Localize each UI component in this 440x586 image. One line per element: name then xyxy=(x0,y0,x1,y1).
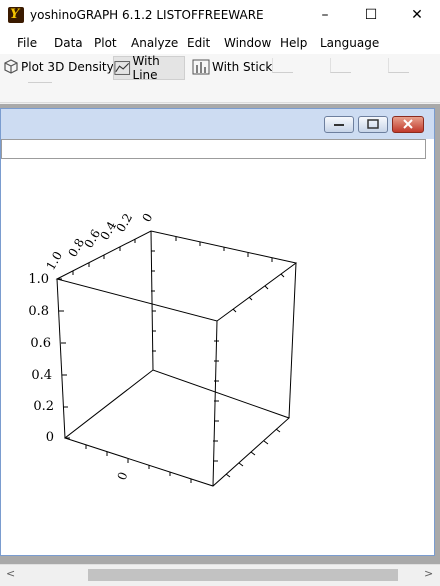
maximize-button[interactable]: ☐ xyxy=(348,0,394,30)
z-tick-label: 0.2 xyxy=(33,399,54,414)
scroll-left-arrow[interactable]: < xyxy=(6,567,15,580)
child-minimize-button[interactable] xyxy=(324,116,354,133)
window-titlebar: Y yoshinoGRAPH 6.1.2 LISTOFFREEWARE – ☐ … xyxy=(0,0,440,30)
window-title: yoshinoGRAPH 6.1.2 LISTOFFREEWARE xyxy=(30,8,264,22)
with-line-button[interactable]: With Line xyxy=(113,54,185,82)
yoshinograph-logo-icon: Y xyxy=(8,7,24,23)
toolbar-separator xyxy=(28,82,52,95)
child-window-titlebar[interactable] xyxy=(1,109,434,139)
cube-wireframe xyxy=(55,230,298,487)
close-button[interactable]: ✕ xyxy=(394,0,440,30)
y-tick-label: 0.2 xyxy=(113,211,135,235)
minimize-button[interactable]: – xyxy=(302,0,348,30)
child-address-field[interactable] xyxy=(1,139,426,159)
menu-language[interactable]: Language xyxy=(320,36,379,50)
menu-window[interactable]: Window xyxy=(224,36,271,50)
z-tick-label: 0 xyxy=(46,430,54,445)
toolbar-separator xyxy=(330,58,351,73)
y-tick-label: 0 xyxy=(139,211,155,225)
z-tick-label: 0.4 xyxy=(31,368,52,383)
child-close-button[interactable] xyxy=(392,116,424,133)
scroll-right-arrow[interactable]: > xyxy=(424,567,433,580)
scrollbar-thumb[interactable] xyxy=(88,569,398,581)
y-axis-tick-labels: 0 0.2 0.4 0.6 0.8 1.0 xyxy=(43,211,155,273)
z-tick-label: 0.6 xyxy=(30,336,51,351)
minimize-icon xyxy=(334,124,344,126)
z-tick-label: 0.8 xyxy=(28,304,49,319)
toolbar: Plot 3D Density With Line With Stick xyxy=(0,54,440,103)
restore-icon xyxy=(367,119,379,129)
x-axis-tick-labels: 0 xyxy=(115,470,131,482)
line-chart-icon xyxy=(114,61,131,75)
menu-file[interactable]: File xyxy=(17,36,37,50)
3d-axes-plot: 1.0 0.8 0.6 0.4 0.2 0 0 0.2 0.4 0.6 0.8 … xyxy=(28,211,298,487)
graph-child-window[interactable]: 1.0 0.8 0.6 0.4 0.2 0 0 0.2 0.4 0.6 0.8 … xyxy=(0,108,435,556)
plot-3d-density-button[interactable]: Plot 3D Density xyxy=(2,56,114,78)
menu-data[interactable]: Data xyxy=(54,36,83,50)
toolbar-separator xyxy=(388,58,409,73)
x-tick-label: 0 xyxy=(115,470,131,482)
menu-edit[interactable]: Edit xyxy=(187,36,210,50)
z-tick-label: 1.0 xyxy=(28,272,49,287)
plot-3d-density-label: Plot 3D Density xyxy=(21,60,114,74)
menu-plot[interactable]: Plot xyxy=(94,36,117,50)
horizontal-scrollbar[interactable]: < > xyxy=(0,564,440,586)
cube-icon xyxy=(4,59,18,74)
z-axis-tick-labels: 1.0 0.8 0.6 0.4 0.2 0 xyxy=(28,272,54,445)
close-icon xyxy=(403,119,413,129)
stick-chart-icon xyxy=(192,59,210,75)
menu-bar: File Data Plot Analyze Edit Window Help … xyxy=(0,30,440,54)
mdi-workspace: 1.0 0.8 0.6 0.4 0.2 0 0 0.2 0.4 0.6 0.8 … xyxy=(0,104,440,564)
with-line-label: With Line xyxy=(132,54,160,82)
child-restore-button[interactable] xyxy=(358,116,388,133)
menu-help[interactable]: Help xyxy=(280,36,307,50)
with-stick-button[interactable]: With Stick xyxy=(192,56,272,78)
menu-analyze[interactable]: Analyze xyxy=(131,36,178,50)
y-tick-label: 1.0 xyxy=(43,249,65,273)
with-stick-label: With Stick xyxy=(212,60,273,74)
toolbar-separator xyxy=(272,58,293,73)
